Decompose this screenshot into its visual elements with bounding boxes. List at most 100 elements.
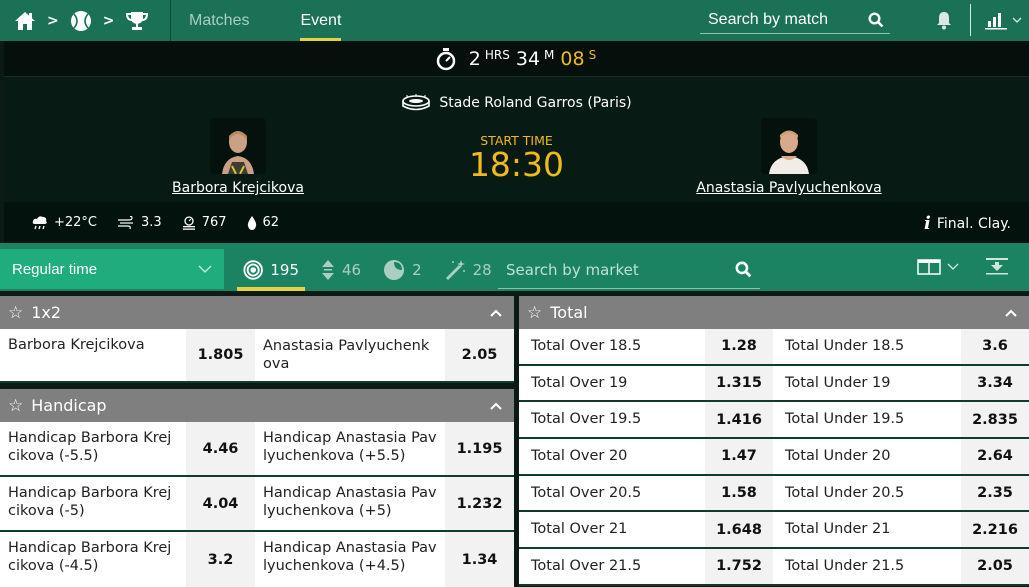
period-select[interactable]: Regular time [0, 249, 224, 289]
outcome-label[interactable]: Total Over 19 [519, 366, 705, 401]
outcome-label[interactable]: Total Under 18.5 [773, 329, 961, 364]
collapse-all-button[interactable] [985, 257, 1009, 279]
star-icon[interactable]: ☆ [8, 303, 23, 323]
market-title: Handicap [31, 396, 107, 415]
market-header-handicap[interactable]: ☆ Handicap [0, 389, 514, 422]
odds-button[interactable]: 3.2 [186, 532, 255, 587]
odds-button[interactable]: 2.05 [445, 329, 514, 381]
market-header-total[interactable]: ☆ Total [519, 296, 1029, 329]
outcome-label[interactable]: Handicap Anastasia Pavlyuchenkova (+5) [255, 477, 445, 530]
outcome-label[interactable]: Handicap Anastasia Pavlyuchenkova (+4.5) [255, 532, 445, 587]
odds-button[interactable]: 1.648 [705, 512, 773, 548]
odds-button[interactable]: 2.835 [961, 402, 1029, 438]
chevron-up-icon[interactable] [1005, 309, 1017, 317]
odds-button[interactable]: 3.6 [961, 329, 1029, 364]
outcome-label[interactable]: Total Over 18.5 [519, 329, 705, 364]
odds-button[interactable]: 1.315 [705, 365, 773, 401]
chevron-down-icon [947, 263, 959, 270]
market-row: Handicap Barbora Krejcikova (-4.5) 3.2 H… [0, 532, 514, 587]
filter-all-markets[interactable]: 195 [237, 249, 305, 291]
notifications-button[interactable] [934, 10, 954, 34]
odds-button[interactable]: 1.195 [445, 422, 514, 475]
updown-icon [322, 260, 334, 280]
outcome-label[interactable]: Total Under 19.5 [773, 402, 961, 437]
market-row: Total Over 20.5 1.58 Total Under 20.5 2.35 [519, 475, 1029, 513]
odds-button[interactable]: 1.47 [705, 439, 773, 474]
outcome-label[interactable]: Handicap Barbora Krejcikova (-5) [0, 477, 186, 530]
market-row: Total Over 21.5 1.752 Total Under 21.5 2.05 [519, 549, 1029, 586]
odds-button[interactable]: 1.416 [705, 402, 773, 438]
market-search-input[interactable]: Search by market [498, 251, 760, 289]
wind-icon [118, 215, 134, 229]
outcome-label[interactable]: Total Under 19 [773, 366, 961, 401]
odds-button[interactable]: 3.34 [961, 365, 1029, 401]
outcome-label[interactable]: Total Under 20 [773, 439, 961, 474]
wind-speed: 3.3 [141, 215, 162, 230]
chevron-up-icon[interactable] [490, 309, 502, 317]
outcome-label[interactable]: Total Under 21 [773, 512, 961, 547]
home-icon[interactable] [14, 11, 36, 31]
odds-button[interactable]: 4.04 [186, 477, 255, 530]
trophy-icon[interactable] [125, 11, 149, 31]
market-row: Barbora Krejcikova 1.805 Anastasia Pavly… [0, 329, 514, 383]
outcome-label[interactable]: Handicap Anastasia Pavlyuchenkova (+5.5) [255, 422, 445, 475]
odds-button[interactable]: 1.752 [705, 549, 773, 584]
stopwatch-icon [436, 47, 456, 70]
odds-button[interactable]: 1.805 [186, 329, 255, 381]
filter-main-markets[interactable]: 46 [315, 249, 367, 291]
star-icon[interactable]: ☆ [8, 396, 23, 416]
home-player-name[interactable]: Barbora Krejcikova [172, 180, 304, 196]
humidity-drop-icon [247, 215, 256, 230]
filter-special-markets[interactable]: 28 [438, 249, 498, 291]
period-select-value: Regular time [12, 260, 98, 278]
outcome-label[interactable]: Total Over 20.5 [519, 476, 705, 511]
star-icon[interactable]: ☆ [527, 303, 542, 323]
chevron-up-icon[interactable] [490, 402, 502, 410]
odds-button[interactable]: 4.46 [186, 422, 255, 475]
chevron-down-icon [1012, 17, 1022, 23]
collapse-icon [986, 258, 1008, 275]
outcome-label[interactable]: Barbora Krejcikova [0, 329, 186, 381]
away-player-name[interactable]: Anastasia Pavlyuchenkova [694, 180, 884, 196]
countdown-hours: 2 [468, 47, 481, 70]
market-row: Handicap Barbora Krejcikova (-5) 4.04 Ha… [0, 477, 514, 532]
odds-button[interactable]: 1.34 [445, 532, 514, 587]
outcome-label[interactable]: Total Over 19.5 [519, 402, 705, 437]
breadcrumb-separator: > [47, 12, 59, 29]
odds-button[interactable]: 2.216 [961, 512, 1029, 548]
outcome-label[interactable]: Handicap Barbora Krejcikova (-5.5) [0, 422, 186, 475]
outcome-label[interactable]: Total Under 21.5 [773, 549, 961, 584]
market-row: Total Over 19.5 1.416 Total Under 19.5 2.83… [519, 402, 1029, 440]
layout-toggle[interactable] [917, 259, 959, 275]
outcome-label[interactable]: Anastasia Pavlyuchenkova [255, 329, 445, 381]
match-search-input[interactable]: Search by match [700, 6, 890, 34]
tab-event[interactable]: Event [300, 0, 341, 41]
tennis-ball-icon[interactable] [70, 10, 92, 32]
filter-live-markets[interactable]: 2 [377, 249, 428, 291]
outcome-label[interactable]: Handicap Barbora Krejcikova (-4.5) [0, 532, 186, 587]
outcome-label[interactable]: Total Under 20.5 [773, 476, 961, 511]
odds-button[interactable]: 1.232 [445, 477, 514, 530]
market-header-1x2[interactable]: ☆ 1x2 [0, 296, 514, 329]
market-search-placeholder: Search by market [506, 260, 639, 279]
divider [970, 4, 971, 36]
odds-button[interactable]: 2.35 [961, 475, 1029, 511]
outcome-label[interactable]: Total Over 21 [519, 512, 705, 547]
outcome-label[interactable]: Total Over 20 [519, 439, 705, 474]
search-icon[interactable] [868, 11, 884, 28]
search-icon[interactable] [735, 261, 752, 278]
away-player[interactable]: Anastasia Pavlyuchenkova [694, 118, 884, 196]
info-icon: i [924, 213, 931, 234]
total-rows: Total Over 18.5 1.28 Total Under 18.5 3.6 To… [519, 329, 1029, 586]
odds-button[interactable]: 2.05 [961, 549, 1029, 584]
stats-menu-button[interactable] [984, 10, 1022, 30]
odds-button[interactable]: 2.64 [961, 439, 1029, 474]
outcome-label[interactable]: Total Over 21.5 [519, 549, 705, 584]
top-bar: > > Matches Event Search by match [0, 0, 1029, 41]
tab-matches[interactable]: Matches [189, 0, 249, 41]
market-row: Handicap Barbora Krejcikova (-5.5) 4.46 … [0, 422, 514, 477]
odds-button[interactable]: 1.58 [705, 475, 773, 511]
odds-button[interactable]: 1.28 [705, 329, 773, 364]
target-icon [243, 260, 263, 280]
humidity: 62 [262, 215, 280, 230]
